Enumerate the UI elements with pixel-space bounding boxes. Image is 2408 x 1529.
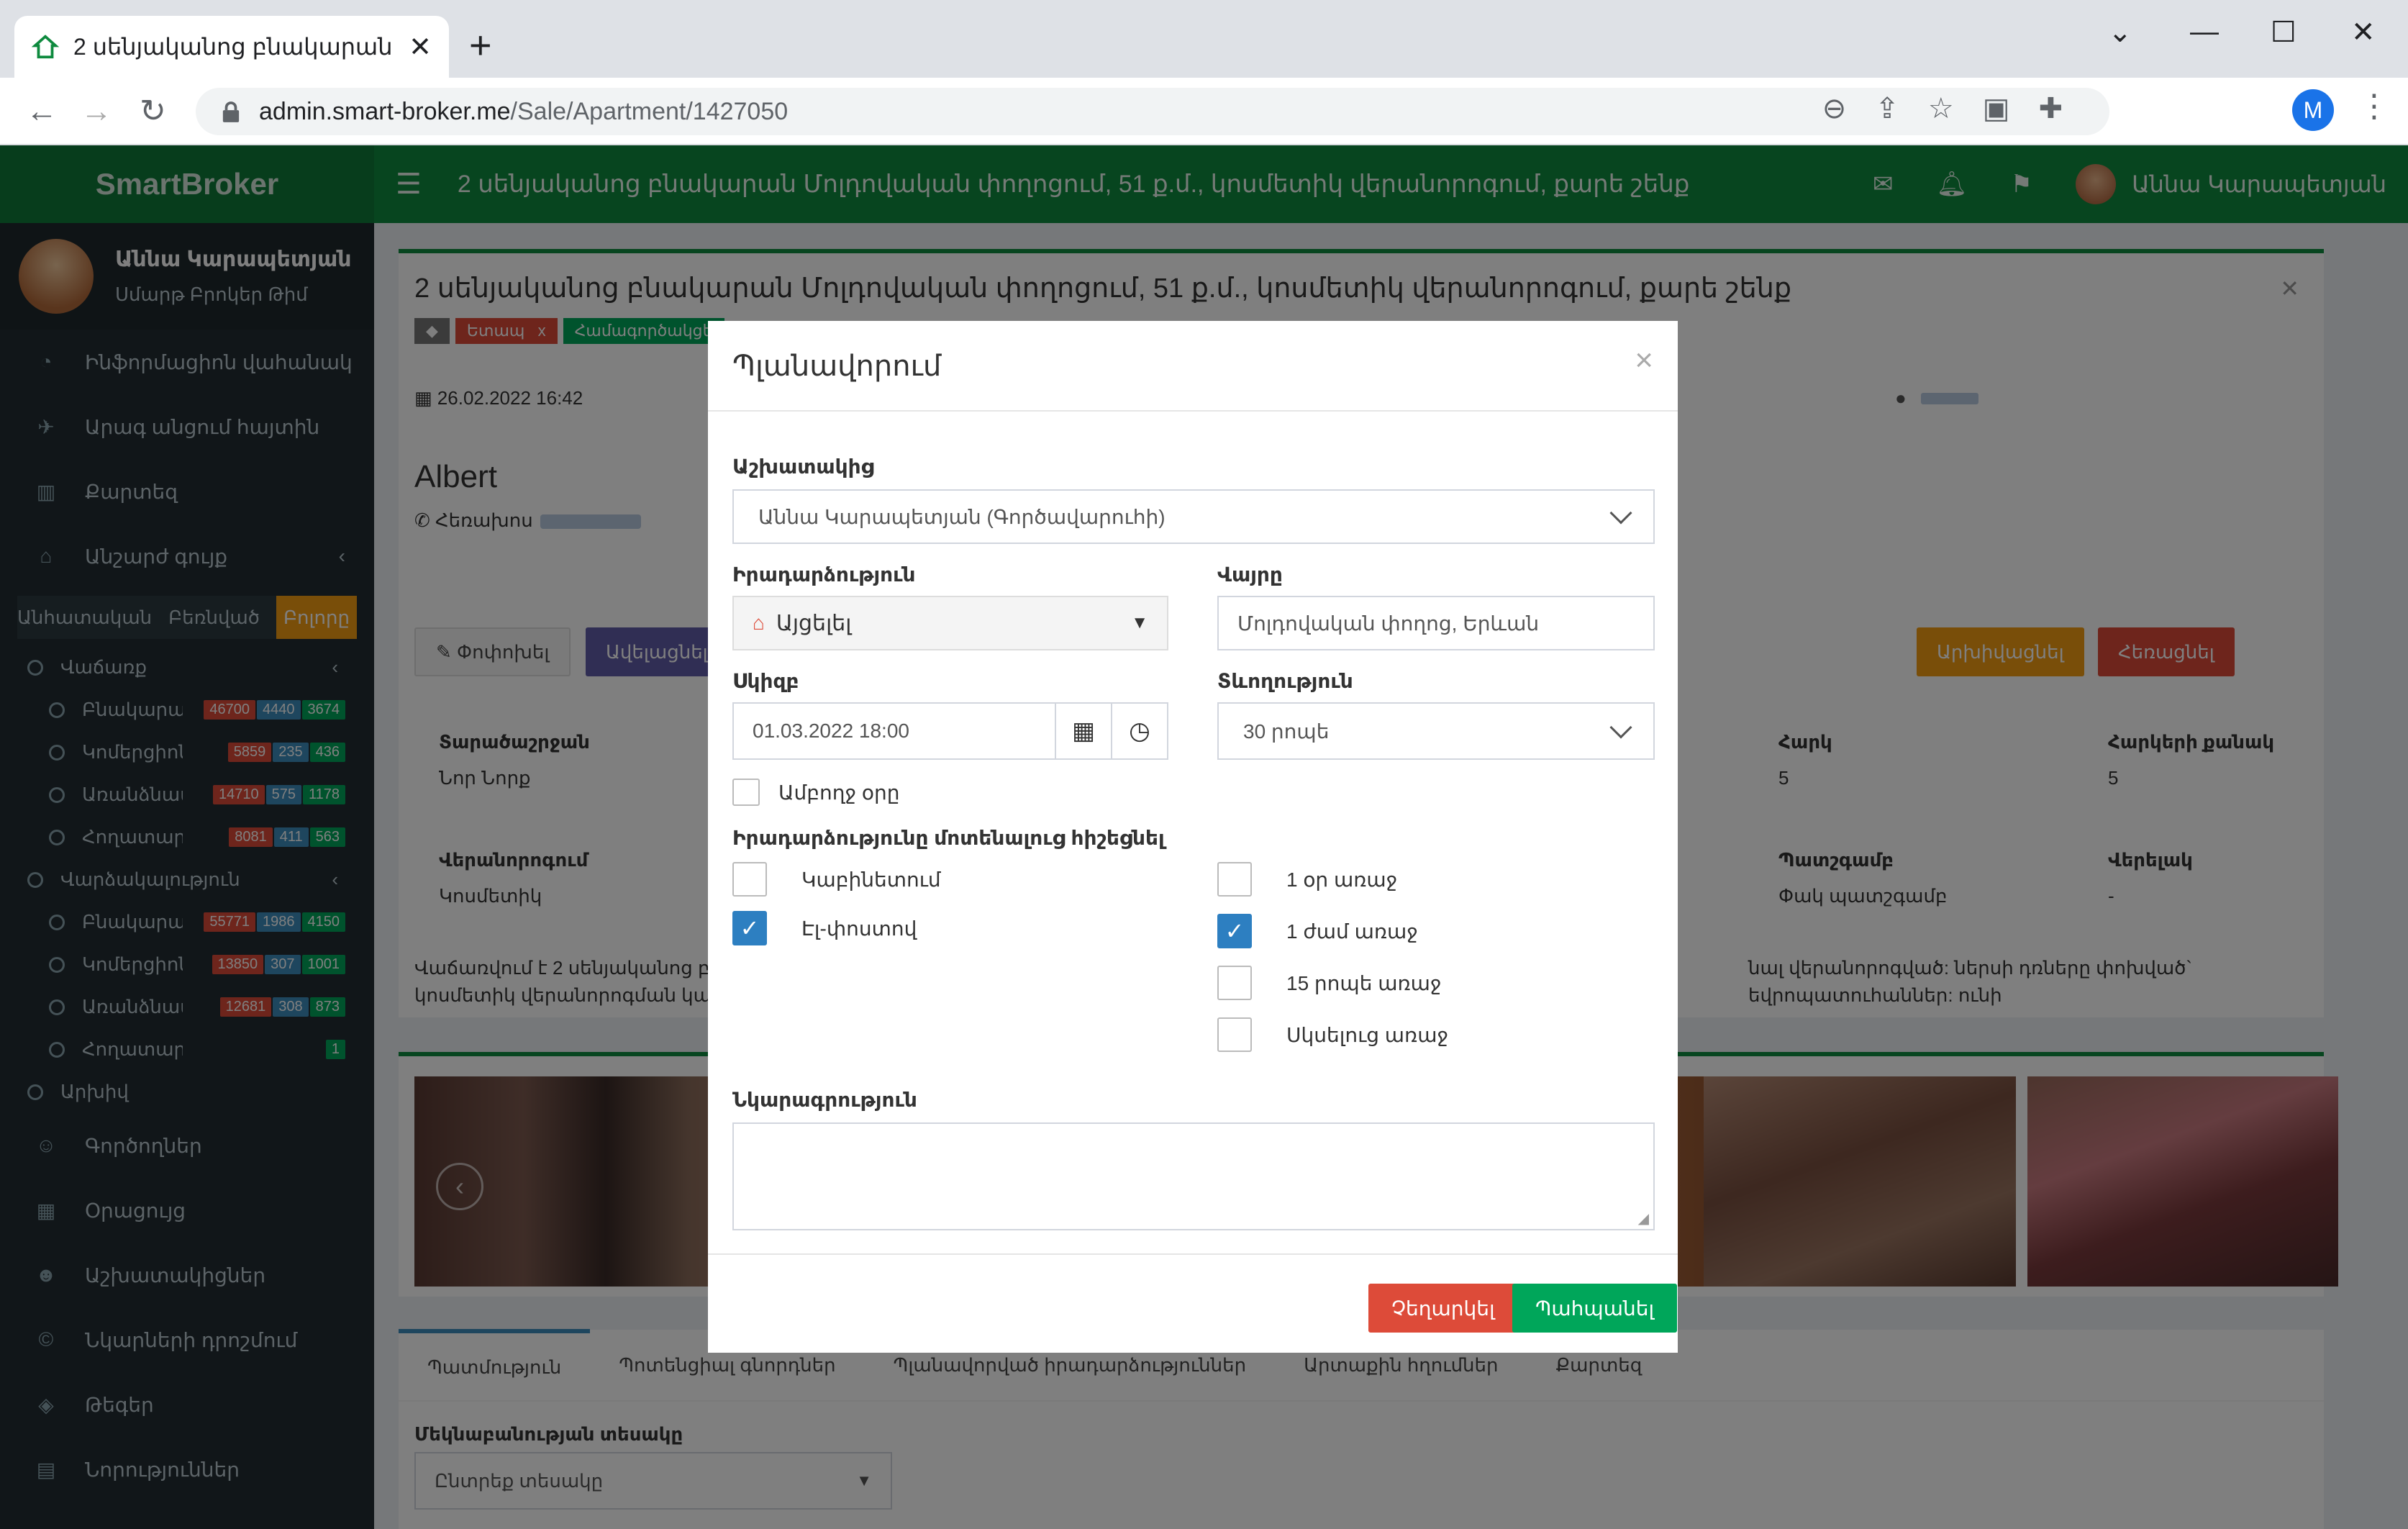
checkbox-label: Սկսելուց առաջ [1286, 1023, 1449, 1046]
cast-icon[interactable]: ▣ [1983, 92, 2010, 125]
event-select[interactable]: ⌂ Այցելել ▼ [732, 596, 1168, 650]
browser-menu-icon[interactable]: ⋮ [2358, 88, 2390, 124]
tab-title: 2 սենյականոց բնակարան Մոլ [73, 34, 400, 60]
reminder-checkbox[interactable]: Սկսելուց առաջ [1217, 1017, 1448, 1052]
modal-header: Պլանավորում × [708, 321, 1678, 412]
chevron-down-icon [1609, 716, 1632, 739]
bookmark-star-icon[interactable]: ☆ [1928, 92, 1954, 125]
save-button[interactable]: Պահպանել [1512, 1284, 1678, 1333]
place-input[interactable]: Մոլդովական փողոց, Երևան [1217, 596, 1655, 650]
start-datetime: 01.03.2022 18:00 ▦ ◷ [732, 702, 1168, 760]
chevron-down-icon [1609, 502, 1632, 525]
employee-label: Աշխատակից [732, 455, 874, 478]
reminder-checkbox[interactable]: ✓ 1 ժամ առաջ [1217, 914, 1418, 948]
description-label: Նկարագրություն [732, 1089, 917, 1111]
checkmark-icon[interactable]: ✓ [732, 911, 767, 945]
reminder-checkbox[interactable]: 1 օր առաջ [1217, 862, 1397, 897]
profile-avatar[interactable]: M [2292, 89, 2334, 131]
url-domain: admin.smart-broker.me [259, 97, 511, 125]
maximize-icon[interactable]: ☐ [2271, 16, 2296, 49]
checkbox-box[interactable] [1217, 1017, 1252, 1052]
close-icon[interactable]: × [1635, 342, 1653, 378]
reminder-checkbox[interactable]: ✓ Էլ-փոստով [732, 911, 917, 945]
reminder-checkbox[interactable]: Կաբինետում [732, 862, 941, 897]
extensions-icon[interactable]: ✚ [2038, 92, 2063, 125]
event-label: Իրադարձություն [732, 563, 916, 586]
lock-icon [222, 101, 240, 122]
omnibox-icons: ⊖ ⇪ ☆ ▣ ✚ [1822, 92, 2063, 125]
employee-select[interactable]: Աննա Կարապետյան (Գործավարուհի) [732, 489, 1655, 544]
modal-title: Պլանավորում [732, 350, 942, 382]
new-tab-icon[interactable]: + [469, 26, 492, 65]
duration-select[interactable]: 30 րոպե [1217, 702, 1655, 760]
checkbox-label: Ամբողջ օրը [778, 781, 900, 804]
input-value: Մոլդովական փողոց, Երևան [1237, 612, 1540, 635]
browser-toolbar: ← → ↻ admin.smart-broker.me/Sale/Apartme… [0, 78, 2408, 145]
url-text: admin.smart-broker.me/Sale/Apartment/142… [259, 98, 788, 126]
close-tab-icon[interactable]: ✕ [409, 31, 432, 63]
checkbox-label: Էլ-փոստով [801, 917, 917, 940]
start-input[interactable]: 01.03.2022 18:00 [734, 704, 1055, 758]
share-icon[interactable]: ⇪ [1875, 92, 1899, 125]
minimize-icon[interactable]: — [2190, 16, 2219, 48]
url-path: /Sale/Apartment/1427050 [510, 97, 789, 125]
cancel-button[interactable]: Չեղարկել [1368, 1284, 1518, 1333]
forward-icon[interactable]: → [81, 94, 112, 130]
start-label: Սկիզբ [732, 670, 799, 692]
planning-modal: Պլանավորում × Աշխատակից Աննա Կարապետյան … [708, 321, 1678, 1353]
place-label: Վայրը [1217, 563, 1283, 586]
checkbox-box[interactable] [1217, 966, 1252, 1000]
checkbox-label: 1 օր առաջ [1286, 868, 1398, 891]
checkbox-box[interactable] [1217, 862, 1252, 897]
description-textarea[interactable]: ◢ [732, 1122, 1655, 1230]
modal-footer: Չեղարկել Պահպանել [708, 1253, 1678, 1353]
reload-icon[interactable]: ↻ [140, 94, 166, 130]
zoom-icon[interactable]: ⊖ [1822, 92, 1847, 125]
close-window-icon[interactable]: ✕ [2351, 16, 2376, 49]
checkbox-box[interactable] [732, 779, 760, 806]
home-icon [32, 35, 59, 59]
checkbox-box[interactable] [732, 862, 767, 897]
clock-icon[interactable]: ◷ [1111, 704, 1167, 758]
checkbox-label: 15 րոպե առաջ [1286, 971, 1442, 994]
browser-tab-strip: 2 սենյականոց բնակարան Մոլ ✕ + ⌄ — ☐ ✕ [0, 0, 2408, 78]
select-value: Այցելել [776, 611, 852, 635]
tab-search-icon[interactable]: ⌄ [2108, 16, 2132, 49]
select-value: Աննա Կարապետյան (Գործավարուհի) [758, 505, 1166, 528]
home-icon: ⌂ [753, 612, 765, 634]
resize-handle-icon[interactable]: ◢ [1638, 1210, 1649, 1228]
select-value: 30 րոպե [1243, 720, 1330, 743]
browser-tab[interactable]: 2 սենյականոց բնակարան Մոլ ✕ [14, 16, 449, 78]
remind-label: Իրադարձությունը մոտենալուց հիշեցնել [732, 827, 1165, 849]
caret-down-icon: ▼ [1131, 613, 1148, 632]
duration-label: Տևողություն [1217, 670, 1353, 692]
checkbox-label: 1 ժամ առաջ [1286, 920, 1418, 943]
calendar-icon[interactable]: ▦ [1055, 704, 1111, 758]
allday-checkbox[interactable]: Ամբողջ օրը [732, 779, 899, 806]
checkbox-label: Կաբինետում [801, 868, 941, 891]
reminder-checkbox[interactable]: 15 րոպե առաջ [1217, 966, 1442, 1000]
checkmark-icon[interactable]: ✓ [1217, 914, 1252, 948]
back-icon[interactable]: ← [26, 94, 58, 130]
